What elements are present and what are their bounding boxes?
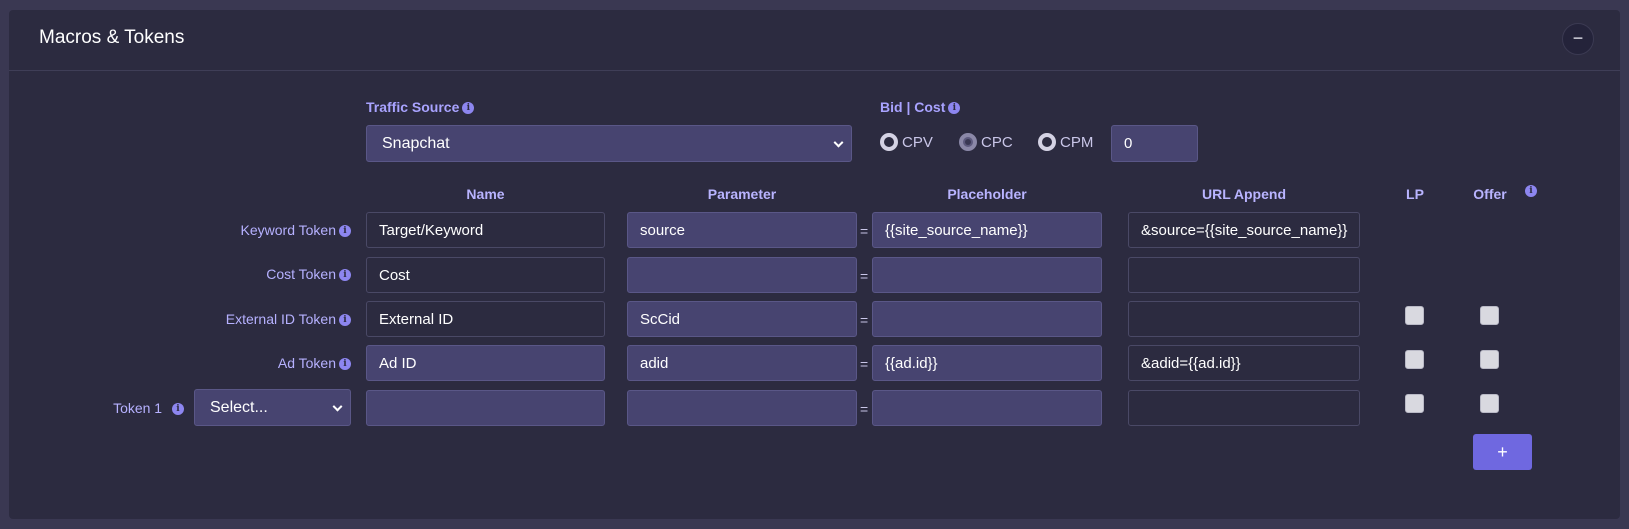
traffic-source-select[interactable]: Snapchat <box>366 125 852 162</box>
token-1-parameter-input[interactable] <box>627 390 857 426</box>
column-header-name: Name <box>466 186 505 202</box>
radio-circle[interactable] <box>880 133 898 151</box>
external-id-offer-checkbox[interactable] <box>1480 306 1499 325</box>
traffic-source-label: Traffic Source i <box>366 99 475 115</box>
info-icon[interactable]: i <box>462 102 475 115</box>
keyword-placeholder-input[interactable]: {{site_source_name}} <box>872 212 1102 248</box>
cost-parameter-input[interactable] <box>627 257 857 293</box>
row-label-token-1: Token 1 i <box>69 400 184 416</box>
row-label-text: Cost Token <box>266 266 336 282</box>
row-label-text: External ID Token <box>225 311 336 327</box>
external-id-parameter-input[interactable]: ScCid <box>627 301 857 337</box>
token-1-url-append-input[interactable] <box>1128 390 1360 426</box>
bid-cost-label: Bid | Cost i <box>880 99 961 115</box>
row-label-ad-token: Ad Token i <box>109 355 351 371</box>
chevron-down-icon <box>332 401 343 412</box>
external-id-placeholder-input[interactable] <box>872 301 1102 337</box>
equals-sign: = <box>860 401 869 417</box>
column-header-url-append: URL Append <box>1202 186 1286 202</box>
equals-sign: = <box>860 223 869 239</box>
info-icon[interactable]: i <box>172 403 184 416</box>
token-1-offer-checkbox[interactable] <box>1480 394 1499 413</box>
equals-sign: = <box>860 312 869 328</box>
column-header-offer: Offer <box>1473 186 1507 202</box>
row-label-text: Keyword Token <box>240 222 336 238</box>
equals-sign: = <box>860 268 869 284</box>
ad-placeholder-input[interactable]: {{ad.id}} <box>872 345 1102 381</box>
info-icon[interactable]: i <box>339 314 351 327</box>
ad-url-append-input[interactable]: &adid={{ad.id}} <box>1128 345 1360 381</box>
token-1-placeholder-input[interactable] <box>872 390 1102 426</box>
info-icon[interactable]: i <box>339 225 351 238</box>
chevron-down-icon <box>833 137 844 148</box>
token-1-name-input[interactable] <box>366 390 605 426</box>
cost-url-append-input[interactable] <box>1128 257 1360 293</box>
bid-cost-label-text: Bid | Cost <box>880 99 946 115</box>
external-id-lp-checkbox[interactable] <box>1405 306 1424 325</box>
bid-cost-input[interactable]: 0 <box>1111 125 1198 162</box>
traffic-source-value: Snapchat <box>382 134 450 152</box>
row-label-keyword-token: Keyword Token i <box>109 222 351 238</box>
info-icon[interactable]: i <box>948 102 961 115</box>
radio-cpv-label: CPV <box>902 133 933 151</box>
radio-cpc-label: CPC <box>981 133 1013 151</box>
token-1-select-value: Select... <box>210 398 268 416</box>
macros-tokens-card: Macros & Tokens − Traffic Source i Snapch… <box>9 10 1620 519</box>
keyword-name-input[interactable]: Target/Keyword <box>366 212 605 248</box>
external-id-url-append-input[interactable] <box>1128 301 1360 337</box>
collapse-button[interactable]: − <box>1562 23 1594 55</box>
traffic-source-label-text: Traffic Source <box>366 99 460 115</box>
column-header-parameter: Parameter <box>707 186 777 202</box>
card-title: Macros & Tokens <box>39 27 185 48</box>
column-header-lp: LP <box>1406 186 1424 202</box>
row-label-text: Token 1 <box>113 400 163 416</box>
keyword-url-append-input[interactable]: &source={{site_source_name}} <box>1128 212 1360 248</box>
ad-parameter-input[interactable]: adid <box>627 345 857 381</box>
equals-sign: = <box>860 356 869 372</box>
cost-placeholder-input[interactable] <box>872 257 1102 293</box>
radio-circle[interactable] <box>1038 133 1056 151</box>
ad-offer-checkbox[interactable] <box>1480 350 1499 369</box>
row-label-cost-token: Cost Token i <box>109 266 351 282</box>
ad-name-input[interactable]: Ad ID <box>366 345 605 381</box>
add-token-button[interactable]: + <box>1473 434 1532 470</box>
info-icon[interactable]: i <box>339 358 351 371</box>
radio-cpc[interactable]: CPC <box>959 133 1013 151</box>
info-icon[interactable]: i <box>1525 185 1537 197</box>
radio-circle-selected[interactable] <box>959 133 977 151</box>
cost-name-input[interactable]: Cost <box>366 257 605 293</box>
token-1-select[interactable]: Select... <box>194 389 351 426</box>
ad-lp-checkbox[interactable] <box>1405 350 1424 369</box>
radio-cpm[interactable]: CPM <box>1038 133 1093 151</box>
info-icon[interactable]: i <box>339 269 351 282</box>
column-header-placeholder: Placeholder <box>947 186 1027 202</box>
token-1-lp-checkbox[interactable] <box>1405 394 1424 413</box>
radio-cpv[interactable]: CPV <box>880 133 933 151</box>
card-header: Macros & Tokens − <box>9 10 1620 71</box>
radio-cpm-label: CPM <box>1060 133 1094 151</box>
row-label-external-id-token: External ID Token i <box>109 311 351 327</box>
row-label-text: Ad Token <box>277 355 336 371</box>
external-id-name-input[interactable]: External ID <box>366 301 605 337</box>
keyword-parameter-input[interactable]: source <box>627 212 857 248</box>
